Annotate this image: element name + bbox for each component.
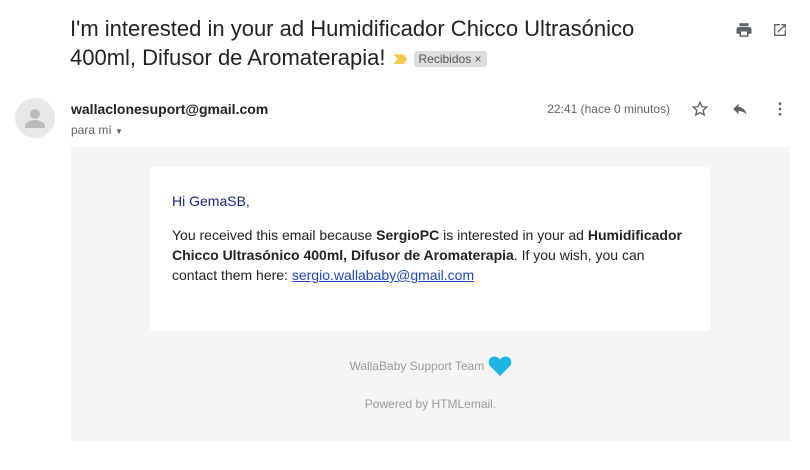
print-icon[interactable] bbox=[732, 18, 756, 42]
important-marker-icon[interactable] bbox=[393, 54, 408, 65]
more-vert-icon[interactable] bbox=[768, 97, 792, 121]
email-subject: I'm interested in your ad Humidificador … bbox=[70, 14, 670, 72]
label-chip: Recibidos × bbox=[413, 51, 487, 68]
recipient-dropdown[interactable]: para mí ▼ bbox=[71, 123, 123, 137]
message-paragraph: You received this email because SergioPC… bbox=[172, 225, 688, 285]
buyer-name: SergioPC bbox=[376, 227, 440, 243]
team-text: WallaBaby Support Team bbox=[349, 359, 485, 373]
reply-icon[interactable] bbox=[728, 97, 752, 121]
star-icon[interactable] bbox=[688, 97, 712, 121]
recipient-text: para mí bbox=[71, 123, 112, 137]
heart-icon bbox=[488, 356, 511, 376]
contact-email-link[interactable]: sergio.wallababy@gmail.com bbox=[292, 267, 474, 283]
text: is interested in your ad bbox=[439, 227, 588, 243]
text: You received this email because bbox=[172, 227, 377, 243]
chevron-down-icon: ▼ bbox=[115, 127, 123, 136]
powered-by: Powered by HTMLemail. bbox=[364, 397, 497, 411]
open-in-new-icon[interactable] bbox=[768, 18, 792, 42]
remove-label-button[interactable]: × bbox=[475, 52, 482, 66]
footer-team: WallaBaby Support Team bbox=[71, 355, 790, 377]
avatar[interactable] bbox=[15, 98, 55, 138]
message-card: Hi GemaSB, You received this email becau… bbox=[150, 167, 710, 331]
timestamp: 22:41 (hace 0 minutos) bbox=[547, 102, 670, 116]
sender-email[interactable]: wallaclonesuport@gmail.com bbox=[71, 101, 268, 117]
greeting: Hi GemaSB, bbox=[172, 193, 250, 209]
label-text: Recibidos bbox=[418, 52, 472, 67]
subject-text: I'm interested in your ad Humidificador … bbox=[70, 16, 635, 70]
email-body-container: Hi GemaSB, You received this email becau… bbox=[71, 147, 790, 441]
